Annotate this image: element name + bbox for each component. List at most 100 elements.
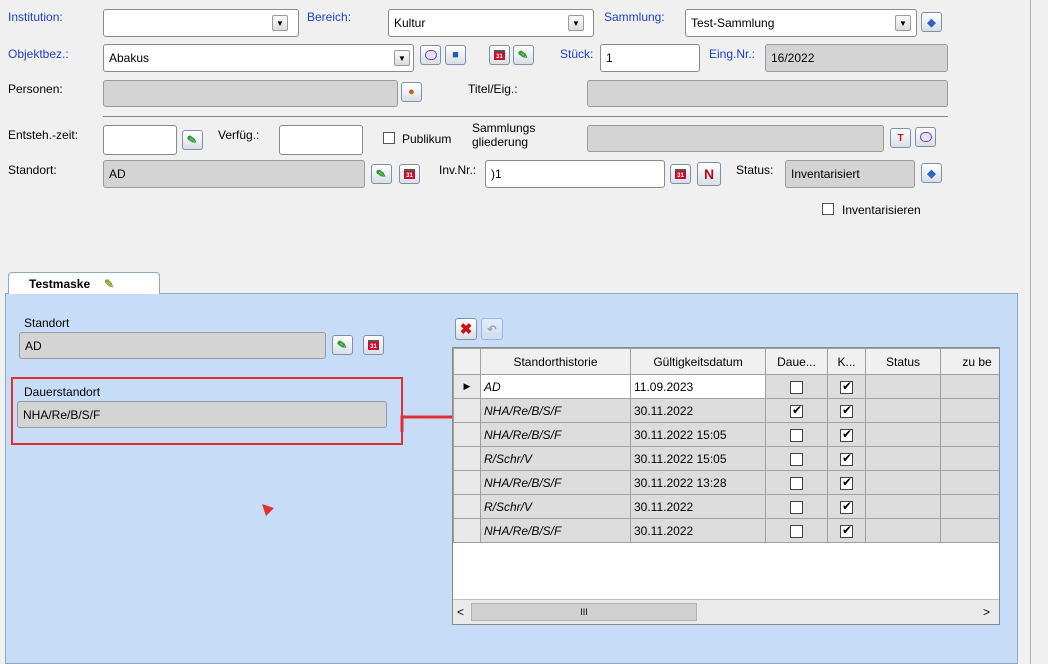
checkbox-unchecked[interactable] bbox=[790, 476, 803, 490]
cell-k[interactable] bbox=[827, 494, 866, 519]
cell-status[interactable] bbox=[865, 470, 941, 495]
column-header-standorthistorie[interactable]: Standorthistorie bbox=[480, 348, 631, 375]
cell-zube[interactable] bbox=[940, 470, 999, 495]
cell-gueltigkeitsdatum[interactable]: 30.11.2022 bbox=[630, 494, 766, 519]
checkbox-unchecked[interactable] bbox=[790, 452, 803, 466]
stueck-input[interactable]: 1 bbox=[600, 44, 700, 72]
history-grid[interactable]: Standorthistorie Gültigkeitsdatum Daue..… bbox=[452, 347, 1000, 625]
cell-k[interactable] bbox=[827, 446, 866, 471]
cell-zube[interactable] bbox=[940, 446, 999, 471]
cell-status[interactable] bbox=[865, 494, 941, 519]
cell-zube[interactable] bbox=[940, 422, 999, 447]
cell-k[interactable] bbox=[827, 374, 866, 399]
sammlung-select[interactable]: Test-Sammlung bbox=[685, 9, 917, 37]
cell-gueltigkeitsdatum[interactable]: 30.11.2022 13:28 bbox=[630, 470, 766, 495]
verfueg-input[interactable] bbox=[279, 125, 363, 155]
checkbox-checked[interactable] bbox=[840, 499, 853, 514]
personen-field[interactable] bbox=[103, 80, 398, 107]
column-header-zube[interactable]: zu be bbox=[940, 348, 999, 375]
cell-k[interactable] bbox=[827, 422, 866, 447]
calendar-button[interactable]: 31 bbox=[399, 164, 420, 184]
cell-standorthistorie[interactable]: NHA/Re/B/S/F bbox=[480, 398, 631, 423]
column-header-gueltigkeitsdatum[interactable]: Gültigkeitsdatum bbox=[630, 348, 766, 375]
cell-standorthistorie[interactable]: NHA/Re/B/S/F bbox=[480, 470, 631, 495]
institution-select[interactable] bbox=[103, 9, 299, 37]
scroll-thumb[interactable]: III bbox=[471, 603, 697, 621]
cell-dauer[interactable] bbox=[765, 470, 828, 495]
bereich-select[interactable]: Kultur bbox=[388, 9, 594, 37]
edit-button[interactable]: ✎ bbox=[371, 164, 392, 184]
table-row[interactable]: R/Schr/V 30.11.2022 15:05 bbox=[453, 446, 999, 471]
new-number-button[interactable]: N bbox=[697, 162, 721, 186]
edit-list-button[interactable]: ◆ bbox=[921, 12, 942, 32]
table-row[interactable]: NHA/Re/B/S/F 30.11.2022 bbox=[453, 518, 999, 543]
column-header-dauer[interactable]: Daue... bbox=[765, 348, 828, 375]
form-standort-field[interactable]: AD bbox=[19, 332, 326, 359]
checkbox-checked[interactable] bbox=[790, 403, 803, 418]
checkbox-unchecked[interactable] bbox=[790, 380, 803, 394]
cell-dauer[interactable] bbox=[765, 422, 828, 447]
cell-status[interactable] bbox=[865, 518, 941, 543]
table-row[interactable]: NHA/Re/B/S/F 30.11.2022 15:05 bbox=[453, 422, 999, 447]
calendar-button[interactable]: 31 bbox=[363, 335, 384, 355]
edit-button[interactable]: ✎ bbox=[182, 130, 203, 150]
checkbox-unchecked[interactable] bbox=[790, 500, 803, 514]
cell-k[interactable] bbox=[827, 398, 866, 423]
undo-button[interactable]: ↶ bbox=[481, 318, 503, 340]
cell-status[interactable] bbox=[865, 422, 941, 447]
cell-gueltigkeitsdatum[interactable]: 30.11.2022 15:05 bbox=[630, 446, 766, 471]
edit-button[interactable]: ✎ bbox=[513, 45, 534, 65]
comment-button[interactable] bbox=[915, 127, 936, 147]
cell-k[interactable] bbox=[827, 470, 866, 495]
cell-dauer[interactable] bbox=[765, 518, 828, 543]
cell-gueltigkeitsdatum[interactable]: 30.11.2022 bbox=[630, 518, 766, 543]
calendar-button[interactable]: 31 bbox=[670, 164, 691, 184]
cell-dauer[interactable] bbox=[765, 398, 828, 423]
cell-zube[interactable] bbox=[940, 398, 999, 423]
cell-standorthistorie[interactable]: NHA/Re/B/S/F bbox=[480, 518, 631, 543]
checkbox-unchecked[interactable] bbox=[790, 524, 803, 538]
cell-standorthistorie[interactable]: AD bbox=[480, 374, 631, 399]
cell-gueltigkeitsdatum[interactable]: 30.11.2022 15:05 bbox=[630, 422, 766, 447]
cell-standorthistorie[interactable]: R/Schr/V bbox=[480, 446, 631, 471]
chevron-down-icon[interactable]: ▼ bbox=[272, 15, 288, 31]
titel-field[interactable] bbox=[587, 80, 948, 107]
chevron-down-icon[interactable]: ▼ bbox=[568, 15, 584, 31]
publikum-checkbox[interactable] bbox=[383, 132, 395, 144]
delete-button[interactable]: ✖ bbox=[455, 318, 477, 340]
inventarisieren-checkbox[interactable] bbox=[822, 203, 834, 215]
entstehzeit-input[interactable] bbox=[103, 125, 177, 155]
table-row[interactable]: ▶ AD 11.09.2023 bbox=[453, 374, 999, 399]
objektbez-select[interactable]: Abakus bbox=[103, 44, 414, 72]
cell-dauer[interactable] bbox=[765, 494, 828, 519]
column-header-k[interactable]: K... bbox=[827, 348, 866, 375]
cell-zube[interactable] bbox=[940, 518, 999, 543]
cell-dauer[interactable] bbox=[765, 446, 828, 471]
cell-zube[interactable] bbox=[940, 494, 999, 519]
cell-standorthistorie[interactable]: R/Schr/V bbox=[480, 494, 631, 519]
table-row[interactable]: NHA/Re/B/S/F 30.11.2022 bbox=[453, 398, 999, 423]
table-row[interactable]: R/Schr/V 30.11.2022 bbox=[453, 494, 999, 519]
checkbox-checked[interactable] bbox=[840, 403, 853, 418]
checkbox-checked[interactable] bbox=[840, 475, 853, 490]
status-field[interactable]: Inventarisiert bbox=[785, 160, 915, 188]
dauerstandort-field[interactable]: NHA/Re/B/S/F bbox=[17, 401, 387, 428]
sammlungsgliederung-field[interactable] bbox=[587, 125, 884, 152]
checkbox-unchecked[interactable] bbox=[790, 428, 803, 442]
edit-button[interactable]: ✎ bbox=[332, 335, 353, 355]
cell-standorthistorie[interactable]: NHA/Re/B/S/F bbox=[480, 422, 631, 447]
cell-zube[interactable] bbox=[940, 374, 999, 399]
text-button[interactable]: T bbox=[890, 128, 911, 148]
thesaurus-button[interactable]: ■ bbox=[445, 45, 466, 65]
tab-testmaske[interactable]: Testmaske ✎ bbox=[8, 272, 160, 294]
edit-list-button[interactable]: ◆ bbox=[921, 163, 942, 183]
cell-k[interactable] bbox=[827, 518, 866, 543]
checkbox-checked[interactable] bbox=[840, 379, 853, 394]
scroll-left-icon[interactable]: < bbox=[457, 605, 464, 619]
horizontal-scrollbar[interactable]: < III > bbox=[453, 599, 999, 624]
invnr-input[interactable]: )1 bbox=[485, 160, 665, 188]
cell-status[interactable] bbox=[865, 446, 941, 471]
checkbox-checked[interactable] bbox=[840, 451, 853, 466]
column-header-status[interactable]: Status bbox=[865, 348, 941, 375]
cell-gueltigkeitsdatum[interactable]: 30.11.2022 bbox=[630, 398, 766, 423]
